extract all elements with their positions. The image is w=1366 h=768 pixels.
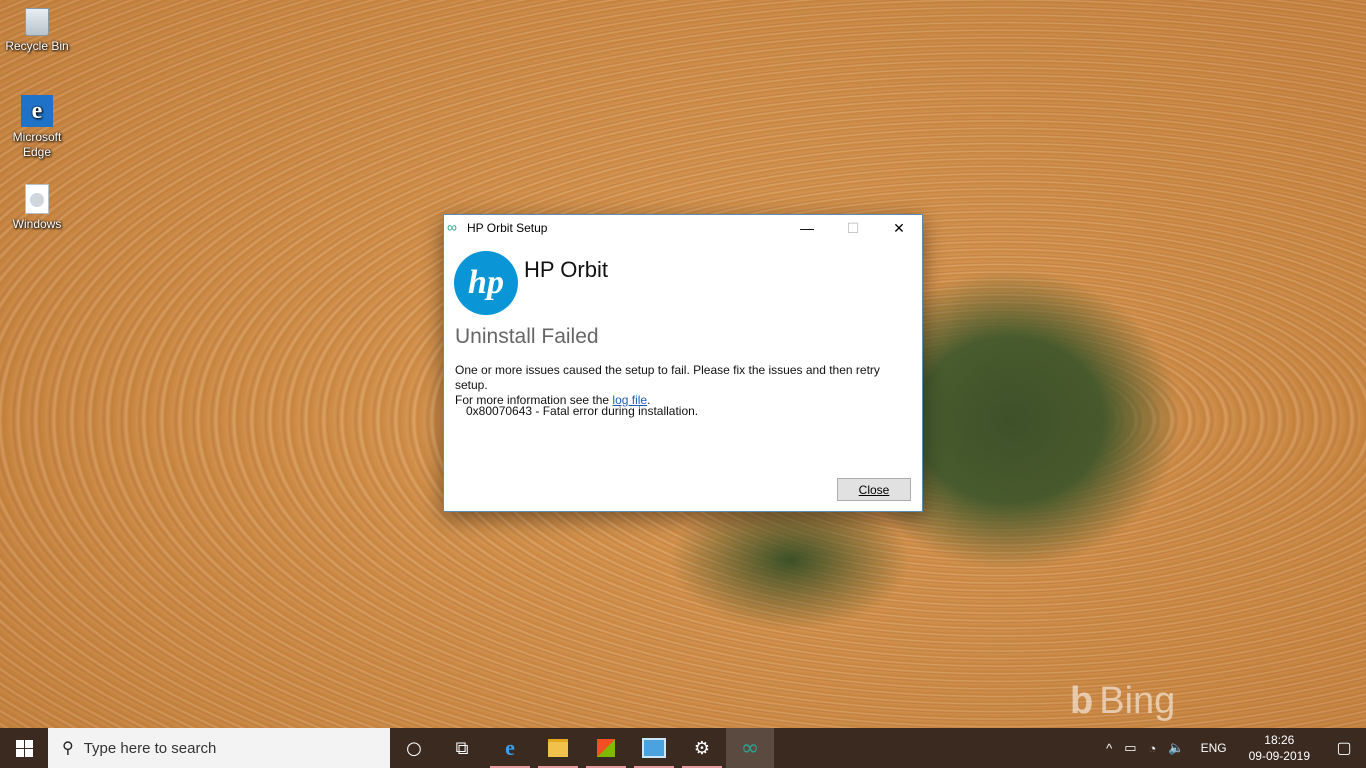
volume-icon[interactable]: 🔈 [1162,740,1190,756]
error-message: One or more issues caused the setup to f… [455,363,915,408]
taskbar-edge[interactable]: e [486,728,534,768]
setup-dialog: ∞ HP Orbit Setup — ☐ ✕ hp HP Orbit Unins… [443,214,923,512]
system-tray: ^ ▭ ◔ 🔈 ENG 18:26 09-09-2019 ▢ [1100,728,1366,768]
dialog-titlebar[interactable]: ∞ HP Orbit Setup — ☐ ✕ [444,215,922,241]
desktop-icon-label: Windows [12,217,62,231]
cortana-icon: ○ [406,737,422,759]
message-line-1: One or more issues caused the setup to f… [455,363,880,392]
taskbar-search-box[interactable]: ⚲ Type here to search [48,728,390,768]
battery-icon[interactable]: ▭ [1118,740,1142,756]
close-button[interactable]: Close [837,478,911,501]
control-panel-icon [642,738,666,758]
notification-icon[interactable]: ▢ [1322,728,1366,768]
task-view-button[interactable]: ⧉ [438,728,486,768]
hp-logo: hp [454,251,518,315]
desktop-icon-recycle-bin[interactable]: Recycle Bin [4,8,70,54]
task-view-icon: ⧉ [455,737,469,759]
dialog-title: HP Orbit Setup [467,221,548,235]
edge-icon: e [505,735,515,760]
desktop-icon-windows[interactable]: Windows [4,184,70,232]
taskbar-control-panel[interactable] [630,728,678,768]
close-window-button[interactable]: ✕ [876,215,922,241]
clock-time: 18:26 [1264,733,1295,747]
clock[interactable]: 18:26 09-09-2019 [1237,732,1322,764]
product-name: HP Orbit [524,257,608,282]
clock-date: 09-09-2019 [1248,749,1310,763]
desktop-icon-label: Microsoft Edge [12,130,62,159]
bing-logo-icon: b [1070,680,1094,722]
bing-watermark: b Bing [1070,680,1176,722]
infinity-icon: ∞ [740,735,760,761]
language-indicator[interactable]: ENG [1191,741,1237,755]
desktop-icon-edge[interactable]: e Microsoft Edge [4,95,70,160]
start-button[interactable] [0,728,48,768]
search-placeholder: Type here to search [83,739,217,757]
desktop-icon-label: Recycle Bin [5,39,69,53]
taskbar-store[interactable] [582,728,630,768]
edge-icon: e [21,95,53,127]
windows-logo-icon [15,739,33,757]
wifi-icon[interactable]: ◔ [1143,741,1163,756]
store-icon [597,739,615,757]
taskbar-file-explorer[interactable] [534,728,582,768]
error-code: 0x80070643 - Fatal error during installa… [466,404,699,418]
minimize-button[interactable]: — [784,215,830,241]
taskbar: ⚲ Type here to search ○ ⧉ e ⚙ ∞ ^ ▭ ◔ 🔈 … [0,728,1366,768]
maximize-button[interactable]: ☐ [830,215,876,241]
chevron-up-icon[interactable]: ^ [1100,741,1118,756]
taskbar-settings[interactable]: ⚙ [678,728,726,768]
gear-icon: ⚙ [693,737,711,759]
infinity-icon: ∞ [447,219,457,235]
recycle-bin-icon [25,8,49,36]
folder-icon [548,739,568,757]
file-icon [25,184,49,214]
cortana-button[interactable]: ○ [390,728,438,768]
search-icon: ⚲ [62,740,74,757]
taskbar-hp-orbit[interactable]: ∞ [726,728,774,768]
status-heading: Uninstall Failed [455,325,599,348]
